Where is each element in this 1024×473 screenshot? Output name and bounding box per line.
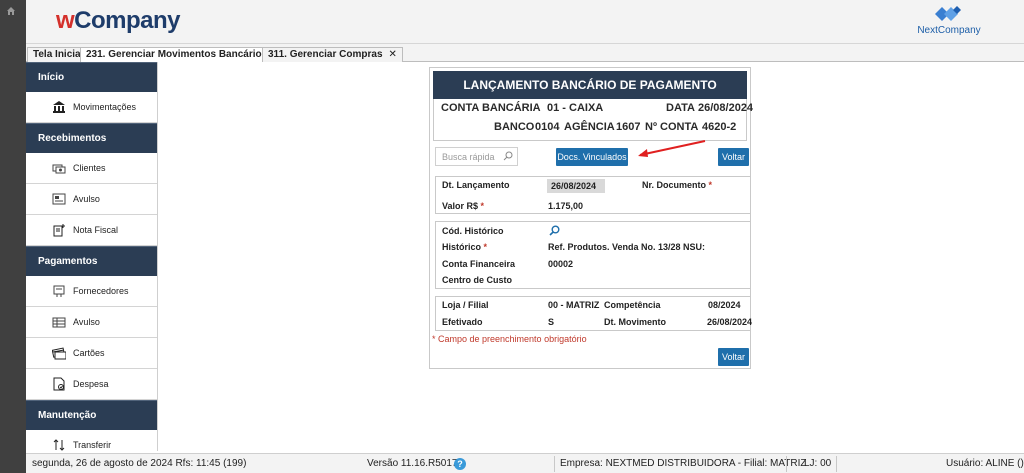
efetivado-label: Efetivado xyxy=(442,317,483,327)
centro-custo-label: Centro de Custo xyxy=(442,275,513,285)
search-icon[interactable] xyxy=(503,151,513,163)
dt-lancamento-label: Dt. Lançamento xyxy=(442,180,510,190)
sidebar: Início Movimentações Recebimentos Client… xyxy=(26,62,158,451)
sidebar-section-recebimentos[interactable]: Recebimentos xyxy=(26,123,157,153)
voltar-button-bottom[interactable]: Voltar xyxy=(718,348,749,366)
status-divider xyxy=(836,456,837,472)
receipt-check-icon xyxy=(52,377,66,391)
home-icon[interactable] xyxy=(6,6,18,16)
bank-icon xyxy=(52,100,66,114)
sidebar-item-nota-fiscal[interactable]: Nota Fiscal xyxy=(26,215,157,246)
conta-bancaria-label: CONTA BANCÁRIA xyxy=(441,102,541,114)
annotation-arrow-icon xyxy=(638,140,706,157)
status-usuario: Usuário: ALINE () xyxy=(946,458,1024,469)
loja-filial-value: 00 - MATRIZ xyxy=(548,300,600,310)
sidebar-section-inicio[interactable]: Início xyxy=(26,62,157,92)
conta-financeira-label: Conta Financeira xyxy=(442,259,516,269)
status-version: Versão 11.16.R5017 xyxy=(367,458,458,469)
required-field-note: * Campo de preenchimento obrigatório xyxy=(432,334,587,344)
filial-fields-box: Loja / Filial 00 - MATRIZ Competência 08… xyxy=(435,296,753,331)
help-icon[interactable]: ? xyxy=(454,458,466,470)
sidebar-section-pagamentos[interactable]: Pagamentos xyxy=(26,246,157,276)
voltar-button-top[interactable]: Voltar xyxy=(718,148,749,166)
lancamento-panel: LANÇAMENTO BANCÁRIO DE PAGAMENTO CONTA B… xyxy=(429,67,753,369)
lancamento-fields-box: Dt. Lançamento 26/08/2024 Nr. Documento … xyxy=(435,176,751,214)
cod-historico-label: Cód. Histórico xyxy=(442,226,504,236)
nconta-label: Nº CONTA xyxy=(645,121,699,133)
sidebar-item-clientes[interactable]: Clientes xyxy=(26,153,157,184)
search-input[interactable]: Busca rápida xyxy=(435,147,518,166)
dt-movimento-value: 26/08/2024 xyxy=(707,317,753,327)
transfer-arrows-icon xyxy=(52,438,66,451)
agencia-value: 1607 xyxy=(616,121,641,133)
historico-field[interactable]: Ref. Produtos. Venda No. 13/28 NSU: xyxy=(548,242,705,252)
competencia-value: 08/2024 xyxy=(708,300,741,310)
conta-financeira-field[interactable]: 00002 xyxy=(548,259,573,269)
valor-label: Valor R$ * xyxy=(442,201,485,211)
efetivado-value: S xyxy=(548,317,555,327)
sidebar-item-fornecedores[interactable]: Fornecedores xyxy=(26,276,157,307)
dt-lancamento-field[interactable]: 26/08/2024 xyxy=(547,179,605,193)
status-lj: LJ: 00 xyxy=(804,458,832,469)
status-bar: segunda, 26 de agosto de 2024 Rfs: 11:45… xyxy=(26,453,1024,473)
sidebar-item-avulso-pagamento[interactable]: Avulso xyxy=(26,307,157,338)
sidebar-item-despesa[interactable]: Despesa xyxy=(26,369,157,400)
nconta-value: 4620-2 xyxy=(702,121,737,133)
banco-label: BANCO xyxy=(494,121,535,133)
data-value: 26/08/2024 xyxy=(698,102,754,114)
dt-movimento-label: Dt. Movimento xyxy=(604,317,666,327)
historico-label: Histórico * xyxy=(442,242,488,252)
agencia-label: AGÊNCIA xyxy=(564,121,615,133)
sidebar-section-manutencao[interactable]: Manutenção xyxy=(26,400,157,430)
company-logo: wCompany xyxy=(56,7,181,34)
credit-card-icon xyxy=(52,346,66,360)
left-rail xyxy=(0,0,26,473)
sidebar-item-movimentacoes[interactable]: Movimentações xyxy=(26,92,157,123)
valor-field[interactable]: 1.175,00 xyxy=(548,201,583,211)
money-icon xyxy=(52,161,66,175)
tab-movimentos-bancarios[interactable]: 231. Gerenciar Movimentos Bancários✕ xyxy=(80,47,288,62)
close-icon[interactable]: ✕ xyxy=(389,49,397,60)
bank-account-info: CONTA BANCÁRIA 01 - CAIXA DATA 26/08/202… xyxy=(433,99,753,141)
app-header: wCompany NextCompany xyxy=(26,0,1024,44)
search-icon[interactable] xyxy=(549,225,560,238)
status-date: segunda, 26 de agosto de 2024 Rfs: 11:45… xyxy=(32,458,247,469)
status-divider xyxy=(786,456,787,472)
panel-title: LANÇAMENTO BANCÁRIO DE PAGAMENTO xyxy=(433,71,747,99)
tab-bar: Tela Inicial 231. Gerenciar Movimentos B… xyxy=(26,44,1024,62)
conta-bancaria-value: 01 - CAIXA xyxy=(547,102,604,114)
invoice-icon xyxy=(52,192,66,206)
document-add-icon xyxy=(52,223,66,237)
sidebar-item-transferir[interactable]: Transferir xyxy=(26,430,157,451)
supplier-icon xyxy=(52,284,66,298)
loja-filial-label: Loja / Filial xyxy=(442,300,489,310)
data-label: DATA xyxy=(666,102,695,114)
status-divider xyxy=(554,456,555,472)
banco-value: 0104 xyxy=(535,121,560,133)
sidebar-item-avulso-recebimento[interactable]: Avulso xyxy=(26,184,157,215)
docs-vinculados-button[interactable]: Docs. Vinculados xyxy=(556,148,628,166)
competencia-label: Competência xyxy=(604,300,661,310)
sidebar-item-cartoes[interactable]: Cartões xyxy=(26,338,157,369)
status-empresa: Empresa: NEXTMED DISTRIBUIDORA - Filial:… xyxy=(560,458,807,469)
nextcompany-logo: NextCompany xyxy=(914,4,984,38)
search-placeholder: Busca rápida xyxy=(442,152,495,162)
tab-gerenciar-compras[interactable]: 311. Gerenciar Compras ✕ xyxy=(262,47,403,62)
register-icon xyxy=(52,315,66,329)
historico-fields-box: Cód. Histórico Histórico * Ref. Produtos… xyxy=(435,221,751,289)
nr-documento-label: Nr. Documento * xyxy=(642,180,713,190)
